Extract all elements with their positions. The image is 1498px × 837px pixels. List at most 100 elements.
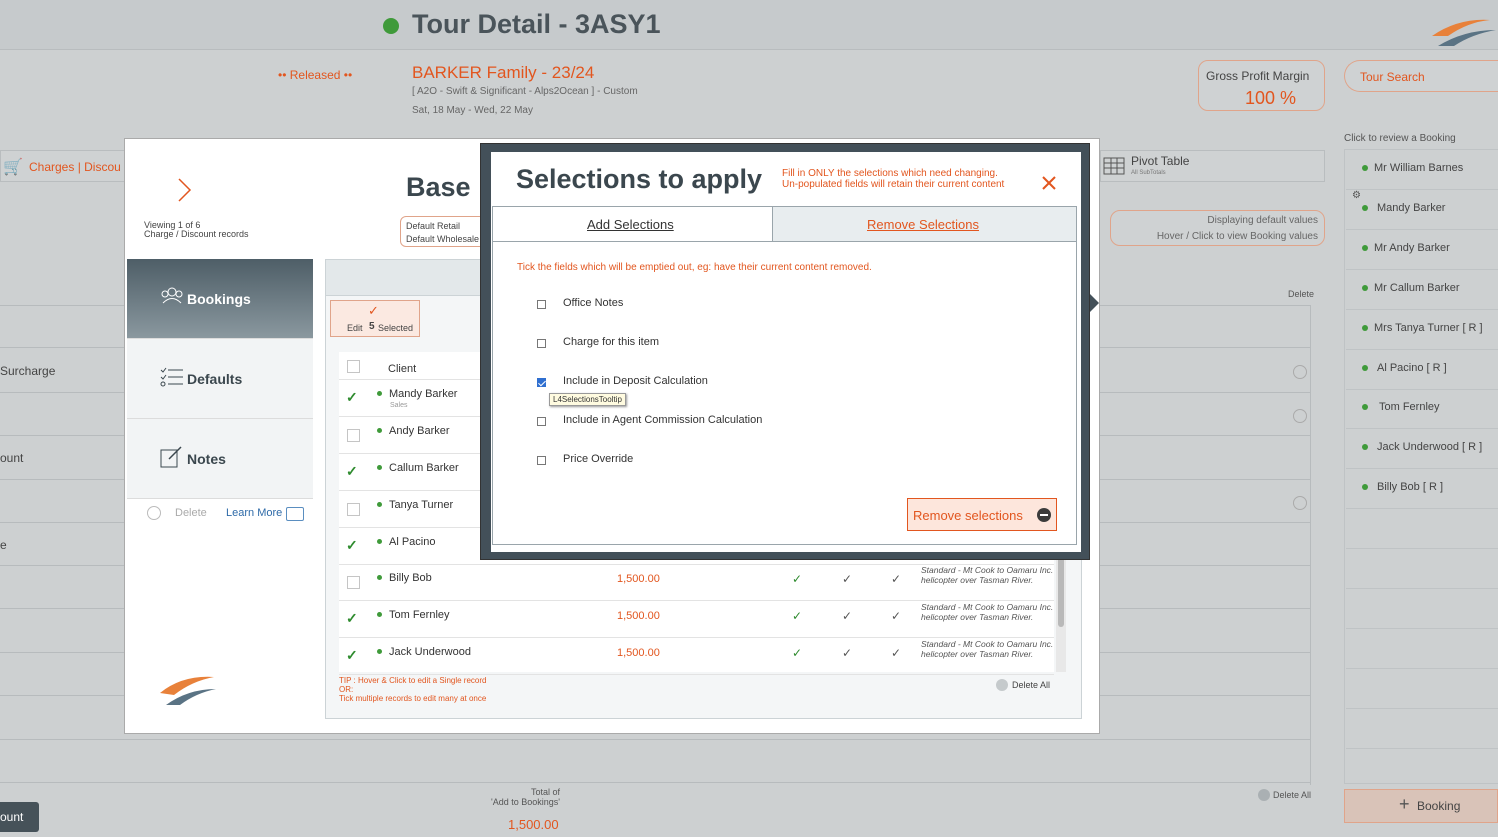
row-amount: 1,500.00 (617, 610, 660, 622)
client-header: Client (388, 363, 417, 375)
brand-logo-small (160, 676, 216, 705)
sidebar-item[interactable]: Billy Bob [ R ] (1346, 469, 1498, 509)
row-checked-icon[interactable]: ✓ (346, 647, 358, 664)
tab-notes-label: Notes (187, 451, 226, 467)
tab-remove-selections[interactable]: Remove Selections (772, 206, 1077, 242)
tab-remove-label: Remove Selections (867, 217, 979, 232)
remove-selections-button[interactable]: Remove selections (907, 498, 1057, 531)
delete-row-icon[interactable] (1293, 365, 1307, 379)
edit-note-icon (160, 446, 182, 468)
row-checked-icon[interactable]: ✓ (346, 537, 358, 554)
sidebar-item-label: Al Pacino [ R ] (1377, 362, 1447, 374)
row-label: ount (0, 451, 24, 465)
option-label: Charge for this item (563, 336, 659, 348)
page-title: Tour Detail - 3ASY1 (412, 9, 661, 39)
option-checkbox-checked[interactable] (537, 378, 546, 387)
row-description: Standard - Mt Cook to Oamaru Inc. helico… (921, 602, 1054, 622)
charges-tab[interactable]: 🛒 Charges | Discou (0, 150, 126, 182)
edit-selected-button[interactable]: ✓ Edit 5 Selected (330, 300, 420, 337)
total-label-1: Total of (530, 787, 560, 797)
row-description: Standard - Mt Cook to Oamaru Inc. helico… (921, 565, 1054, 585)
delete-column-header: Delete (1288, 289, 1315, 299)
pivot-sub: All SubTotals (1131, 170, 1166, 176)
edit-count: 5 (369, 321, 375, 332)
learn-more-link[interactable]: Learn More (226, 507, 282, 519)
gpm-label: Gross Profit Margin (1206, 69, 1310, 83)
select-all-checkbox[interactable] (347, 360, 360, 373)
sidebar-item-label: Mr Andy Barker (1374, 242, 1450, 254)
tab-bookings-label: Bookings (187, 291, 251, 307)
release-status: •• Released •• (278, 68, 353, 82)
delete-row-icon[interactable] (1293, 409, 1307, 423)
tab-bookings[interactable]: Bookings (127, 259, 313, 339)
default-price-box: Default Retail Default Wholesale (400, 216, 490, 247)
tip-text: TIP : Hover & Click to edit a Single rec… (339, 676, 486, 703)
option-label: Office Notes (563, 297, 624, 309)
delete-icon[interactable] (147, 506, 161, 520)
table-row[interactable]: ✓ Tom Fernley 1,500.00 ✓ ✓ ✓ Standard - Mt Coo… (339, 601, 1054, 638)
tab-defaults[interactable]: Defaults (127, 339, 313, 419)
row-checked-icon[interactable]: ✓ (346, 610, 358, 627)
group-icon: ⚙ (1352, 190, 1361, 201)
sidebar-item-label: Jack Underwood [ R ] (1377, 441, 1483, 453)
row-checkbox[interactable] (347, 429, 360, 442)
table-row[interactable]: ✓ Jack Underwood 1,500.00 ✓ ✓ ✓ Standard - Mt … (339, 638, 1054, 675)
check-icon: ✓ (368, 303, 379, 318)
add-discount-button[interactable]: ount (0, 802, 39, 832)
check-icon: ✓ (842, 572, 853, 586)
sidebar-item[interactable]: Mrs Tanya Turner [ R ] (1346, 310, 1498, 350)
default-retail: Default Retail (406, 221, 461, 231)
gross-profit-box: Gross Profit Margin 100 % (1198, 60, 1325, 111)
brand-logo (1432, 19, 1496, 46)
gpm-value: 100 % (1245, 88, 1297, 108)
option-checkbox[interactable] (537, 339, 546, 348)
display-note-2: Hover / Click to view Booking values (1156, 231, 1318, 242)
row-client-sub: Sales (390, 402, 408, 409)
sidebar-empty-slot (1346, 549, 1498, 589)
remove-selections-body: Tick the fields which will be emptied ou… (492, 242, 1077, 545)
sidebar-item[interactable]: Mr William Barnes (1346, 150, 1498, 190)
tab-add-selections[interactable]: Add Selections (492, 206, 772, 242)
close-icon[interactable] (1042, 176, 1056, 190)
check-icon: ✓ (891, 609, 902, 623)
delete-row-icon[interactable] (1293, 496, 1307, 510)
video-icon[interactable] (286, 507, 304, 521)
selections-panel: Selections to apply Fill in ONLY the sel… (491, 152, 1081, 552)
delete-all-link[interactable]: Delete All (1012, 680, 1050, 690)
row-checkbox[interactable] (347, 576, 360, 589)
checklist-icon (160, 367, 183, 387)
delete-link[interactable]: Delete (175, 507, 207, 519)
check-icon: ✓ (891, 646, 902, 660)
row-client: Tom Fernley (389, 609, 450, 621)
delete-all-link[interactable]: Delete All (1273, 790, 1311, 800)
table-scrollbar[interactable] (1056, 550, 1066, 672)
sidebar-heading: Click to review a Booking (1344, 133, 1456, 144)
add-booking-button[interactable]: + Booking (1344, 789, 1498, 823)
sidebar-item[interactable]: Mr Callum Barker (1346, 270, 1498, 310)
check-icon: ✓ (842, 646, 853, 660)
option-checkbox[interactable] (537, 456, 546, 465)
option-checkbox[interactable] (537, 417, 546, 426)
next-arrow-icon[interactable] (177, 177, 193, 203)
sidebar-item[interactable]: Tom Fernley (1346, 389, 1498, 429)
selections-popup: Selections to apply Fill in ONLY the sel… (480, 143, 1099, 560)
table-row[interactable]: Billy Bob 1,500.00 ✓ ✓ ✓ Standard - Mt Cook t… (339, 564, 1054, 601)
sidebar-empty-slot (1346, 589, 1498, 629)
sidebar-empty-slot (1346, 709, 1498, 749)
tour-meta: [ A2O - Swift & Significant - Alps2Ocean… (412, 86, 638, 97)
row-checked-icon[interactable]: ✓ (346, 389, 358, 406)
scrollbar-thumb[interactable] (1058, 552, 1064, 627)
row-checked-icon[interactable]: ✓ (346, 463, 358, 480)
tour-search-input[interactable]: Tour Search (1344, 60, 1498, 92)
option-checkbox[interactable] (537, 300, 546, 309)
row-checkbox[interactable] (347, 503, 360, 516)
check-icon: ✓ (792, 646, 803, 660)
tab-notes[interactable]: Notes (127, 419, 313, 499)
sidebar-item[interactable]: Jack Underwood [ R ] (1346, 429, 1498, 469)
sidebar-item[interactable]: Mr Andy Barker (1346, 230, 1498, 270)
sidebar-item[interactable]: Mandy Barker ⚙ (1346, 190, 1498, 230)
modal-tab-panel: Bookings Defaults Notes (126, 259, 313, 499)
total-label-2: 'Add to Bookings' (491, 797, 560, 807)
sidebar-item[interactable]: Al Pacino [ R ] (1346, 350, 1498, 390)
pivot-table-button[interactable]: Pivot Table All SubTotals (1100, 150, 1325, 182)
